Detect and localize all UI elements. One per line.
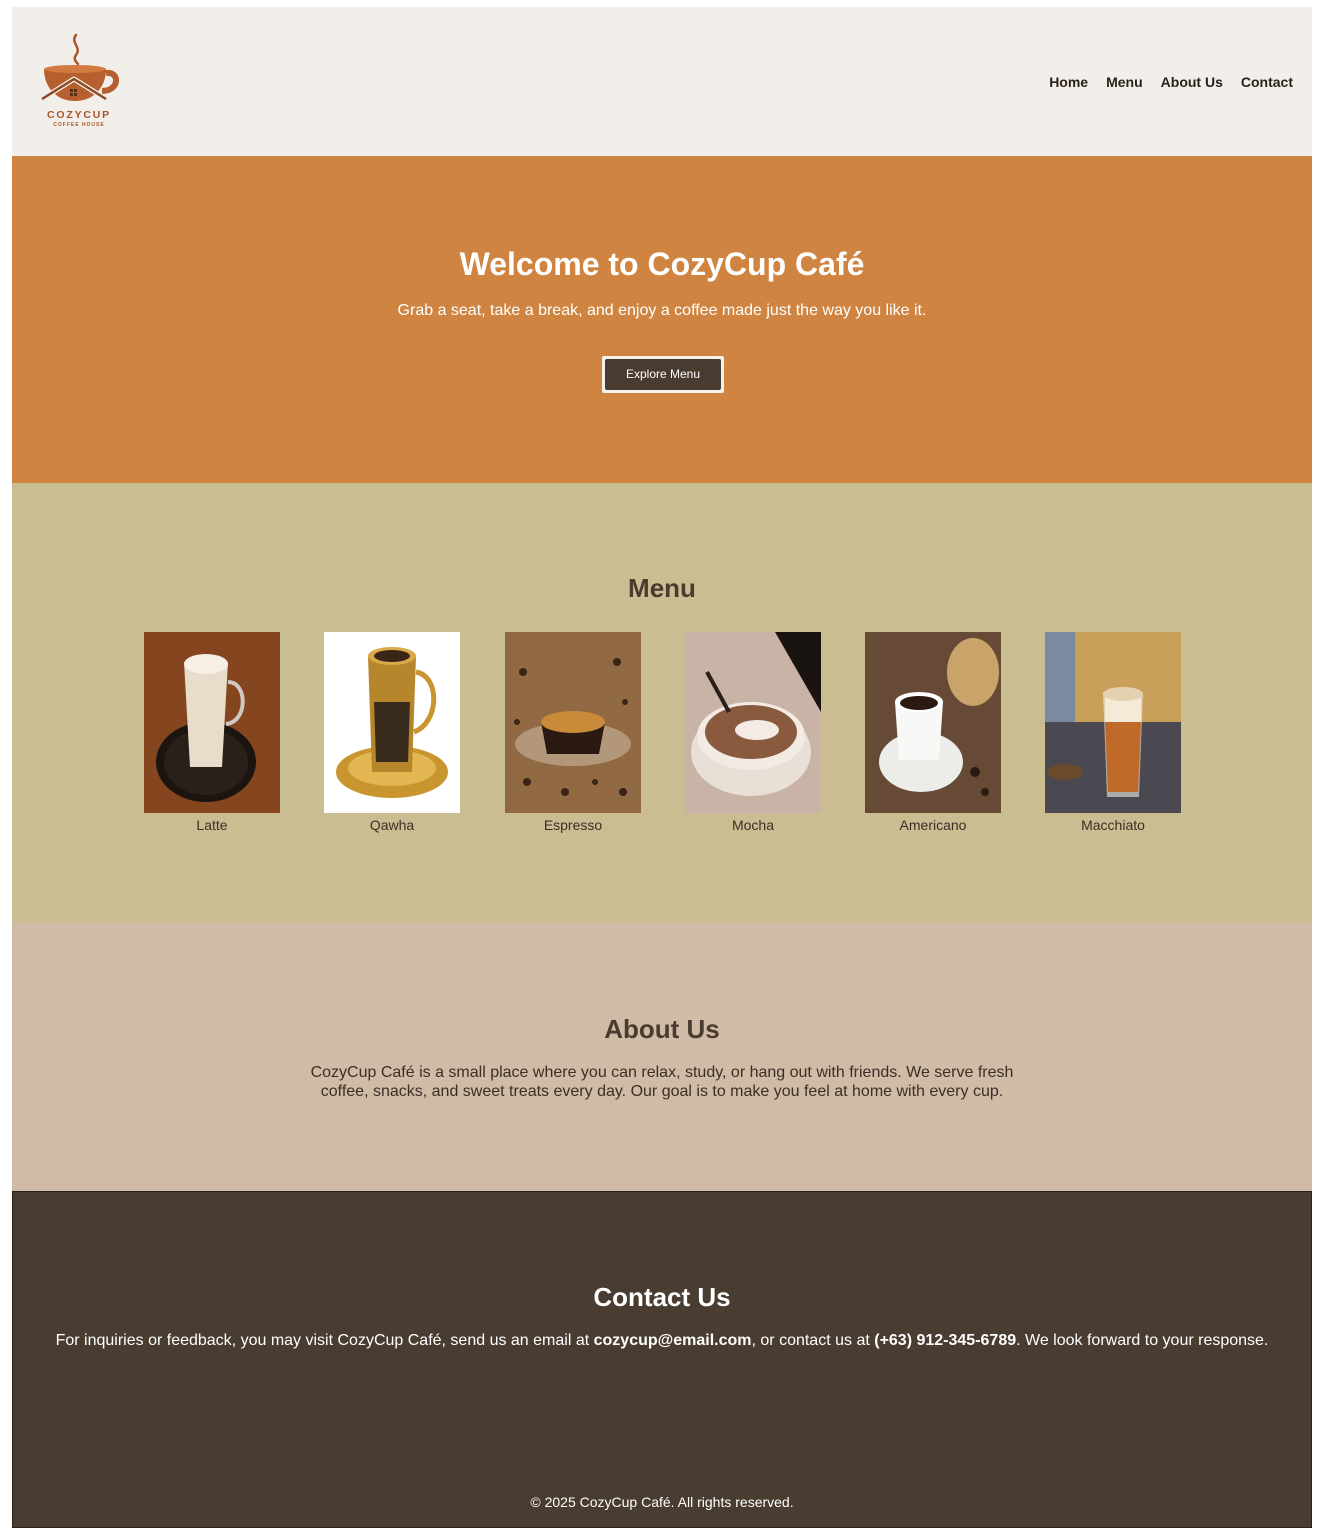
menu-item-label: Latte — [196, 817, 228, 833]
menu-item-americano[interactable]: Americano — [865, 632, 1001, 833]
americano-photo-icon — [865, 632, 1001, 813]
menu-item-label: Mocha — [731, 817, 775, 833]
nav-menu-link[interactable]: Menu — [1106, 74, 1143, 90]
logo-tagline: COFFEE HOUSE — [53, 122, 105, 128]
hero-subtitle: Grab a seat, take a break, and enjoy a c… — [397, 302, 927, 319]
hero-section: Welcome to CozyCup Café Grab a seat, tak… — [12, 156, 1312, 483]
contact-phone[interactable]: (+63) 912-345-6789 — [874, 1332, 1016, 1349]
contact-section: Contact Us For inquiries or feedback, yo… — [12, 1191, 1312, 1528]
contact-info: For inquiries or feedback, you may visit… — [13, 1332, 1311, 1350]
logo-wordmark: COZYCUP — [47, 109, 111, 121]
menu-item-label: Qawha — [369, 817, 415, 833]
about-heading: About Us — [604, 1014, 720, 1044]
coffee-cup-logo-icon — [40, 33, 119, 102]
menu-item-mocha[interactable]: Mocha — [685, 632, 821, 833]
menu-item-label: Espresso — [543, 817, 603, 833]
menu-item-latte[interactable]: Latte — [144, 632, 280, 833]
contact-text-end: . We look forward to your response. — [1016, 1332, 1269, 1349]
espresso-photo-icon — [505, 632, 641, 813]
menu-item-label: Americano — [899, 817, 967, 833]
latte-photo-icon — [144, 632, 280, 813]
about-section: About Us CozyCup Café is a small place w… — [12, 923, 1312, 1191]
menu-section: Menu Latte Qawha Espresso Mocha American… — [12, 483, 1312, 923]
nav-home-link[interactable]: Home — [1049, 74, 1088, 90]
site-header: COZYCUP COFFEE HOUSE Home Menu About Us … — [12, 7, 1312, 156]
hero-title: Welcome to CozyCup Café — [459, 246, 865, 282]
mocha-photo-icon — [685, 632, 821, 813]
explore-menu-button-label: Explore Menu — [605, 359, 721, 390]
contact-text-middle: , or contact us at — [751, 1332, 875, 1349]
nav-contact-link[interactable]: Contact — [1241, 74, 1293, 90]
nav-about-link[interactable]: About Us — [1161, 74, 1223, 90]
macchiato-photo-icon — [1045, 632, 1181, 813]
menu-item-label: Macchiato — [1081, 817, 1145, 833]
menu-item-espresso[interactable]: Espresso — [505, 632, 641, 833]
page: COZYCUP COFFEE HOUSE Home Menu About Us … — [12, 7, 1312, 1528]
contact-text-intro: For inquiries or feedback, you may visit… — [55, 1332, 594, 1349]
menu-heading: Menu — [628, 573, 696, 603]
copyright-footer: © 2025 CozyCup Café. All rights reserved… — [530, 1494, 794, 1510]
contact-heading: Contact Us — [593, 1282, 731, 1312]
menu-item-qawha[interactable]: Qawha — [324, 632, 460, 833]
qawha-photo-icon — [324, 632, 460, 813]
about-description: CozyCup Café is a small place where you … — [310, 1064, 1014, 1100]
menu-item-macchiato[interactable]: Macchiato — [1045, 632, 1181, 833]
main-nav: Home Menu About Us Contact — [1049, 74, 1293, 90]
contact-email[interactable]: cozycup@email.com — [594, 1332, 752, 1349]
cozycup-logo[interactable]: COZYCUP COFFEE HOUSE — [36, 31, 122, 131]
explore-menu-button[interactable]: Explore Menu — [602, 356, 724, 393]
